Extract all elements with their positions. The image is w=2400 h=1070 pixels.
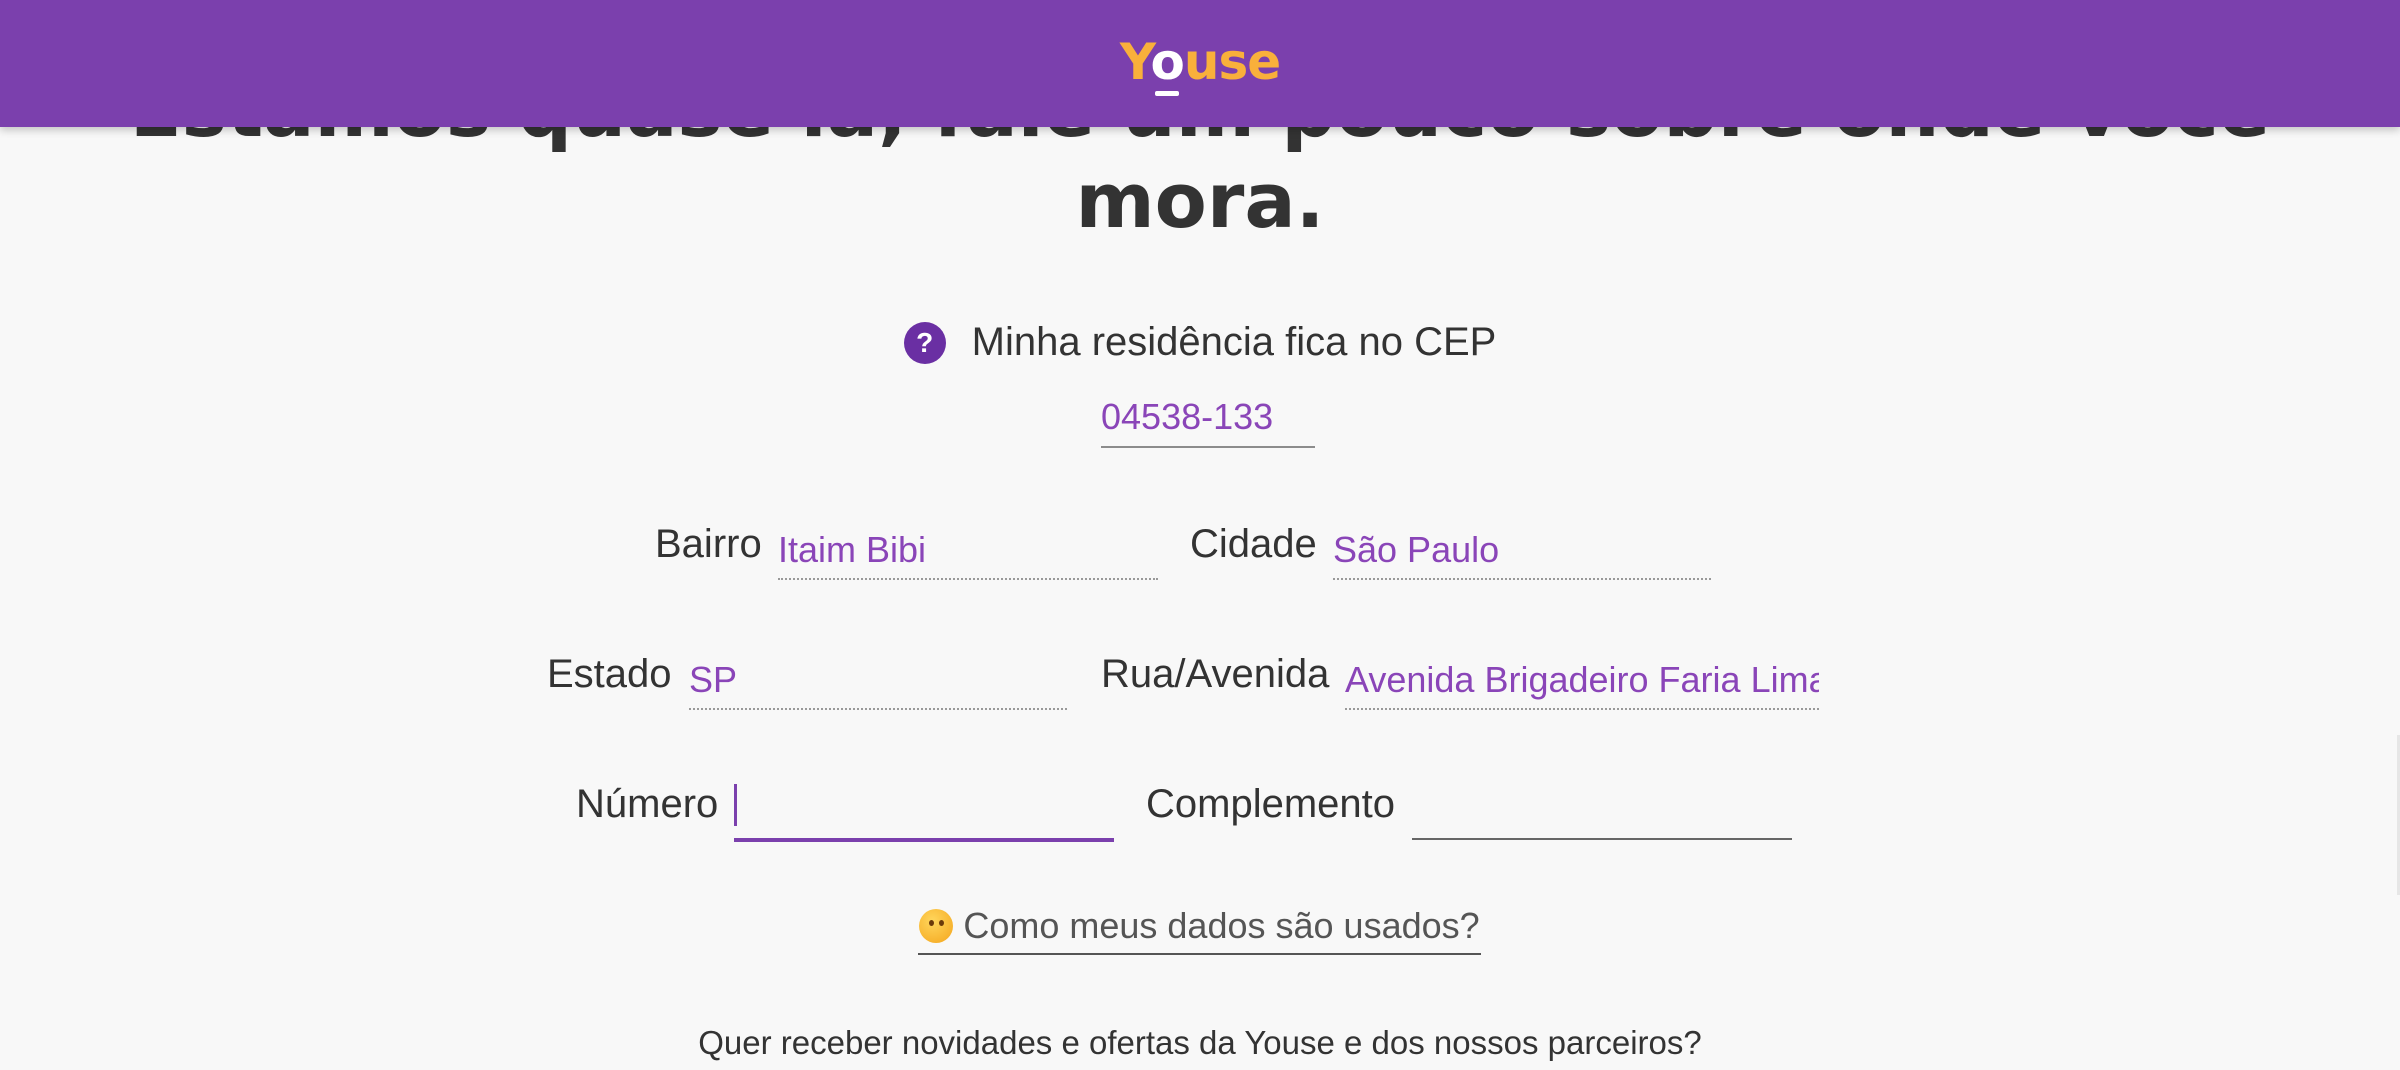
cep-question: ? Minha residência fica no CEP xyxy=(0,320,2400,365)
bairro-label: Bairro xyxy=(655,522,762,566)
bairro-input[interactable] xyxy=(778,522,1158,580)
estado-label: Estado xyxy=(547,652,672,696)
question-circle-icon[interactable]: ? xyxy=(903,321,946,364)
top-header: Youse xyxy=(0,0,2400,127)
complemento-label: Complemento xyxy=(1146,782,1396,826)
page: Youse Estamos quase lá, fale um pouco so… xyxy=(0,0,2400,1070)
data-usage-link-label: Como meus dados são usados? xyxy=(963,905,1480,946)
cep-input[interactable] xyxy=(1101,388,1315,448)
rua-avenida-label: Rua/Avenida xyxy=(1101,652,1330,696)
logo-letters-use: use xyxy=(1183,32,1281,91)
numero-label: Número xyxy=(576,782,719,826)
thinking-face-icon xyxy=(919,909,954,943)
data-usage-link[interactable]: Como meus dados são usados? xyxy=(918,905,1481,955)
cep-question-label: Minha residência fica no CEP xyxy=(971,320,1497,364)
rua-avenida-input[interactable] xyxy=(1345,652,1819,710)
logo-letter-o: o xyxy=(1150,32,1184,91)
text-cursor xyxy=(734,784,737,826)
cidade-label: Cidade xyxy=(1190,522,1317,566)
numero-input[interactable] xyxy=(734,782,1114,842)
newsletter-question: Quer receber novidades e ofertas da Yous… xyxy=(698,1024,1702,1061)
logo-letter-y: Y xyxy=(1119,32,1152,91)
cidade-input[interactable] xyxy=(1333,522,1711,580)
estado-input[interactable] xyxy=(689,652,1067,710)
page-title-line-2: mora. xyxy=(1075,156,1325,245)
complemento-input[interactable] xyxy=(1412,782,1792,840)
youse-logo[interactable]: Youse xyxy=(1120,37,1281,87)
